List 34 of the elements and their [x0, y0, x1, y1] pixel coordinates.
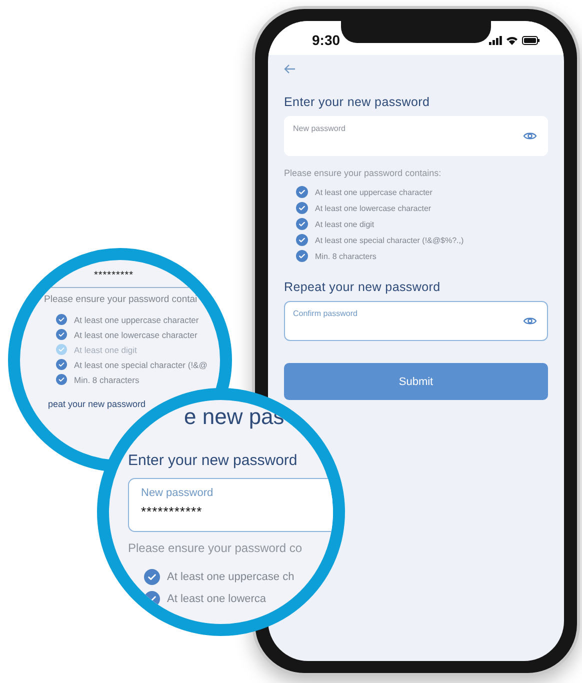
wifi-icon [506, 36, 518, 44]
eye-icon[interactable] [523, 131, 537, 141]
signal-icon [489, 36, 502, 44]
requirement-text: Min. 8 characters [315, 252, 376, 260]
section-heading: Enter your new password [284, 95, 431, 109]
status-time: 9:30 [312, 32, 340, 48]
requirement-text: At least one uppercase character [315, 188, 432, 196]
requirement-text: At least one uppercase ch [167, 571, 294, 583]
requirement-text: At least one lowercase character [74, 330, 198, 340]
back-arrow-icon [284, 64, 296, 74]
requirement-text: At least one uppercase character [74, 314, 199, 324]
hint-text: Please ensure your password co [128, 541, 304, 555]
battery-icon [522, 36, 540, 44]
section-heading: Enter your new password [128, 452, 298, 469]
hint-text: Please ensure your password contains: [284, 168, 442, 178]
password-field[interactable]: New password [284, 116, 548, 156]
masked-password: *********** [141, 504, 204, 519]
section-heading: Repeat your new password [284, 280, 442, 294]
masked-password: ********* [94, 270, 135, 281]
submit-button[interactable]: Submit [284, 363, 548, 400]
requirement-text: Min. 8 characters [74, 374, 140, 384]
requirement-text: At least one lowerca [167, 593, 266, 605]
requirement-text: At least one lowercase character [315, 204, 432, 212]
requirement-text: At least one special character (!&@$%?.,) [315, 236, 464, 244]
requirement-text: At least one digit [315, 220, 374, 228]
confirm-password-field[interactable]: Confirm password [284, 301, 548, 341]
field-label: New password [141, 487, 214, 499]
field-placeholder: New password [293, 124, 346, 133]
field-placeholder: Confirm password [293, 309, 358, 318]
section-heading: peat your new password [48, 399, 147, 409]
requirement-text: At least one special character (!&@ [74, 360, 208, 370]
hint-text: Please ensure your password contai [44, 294, 198, 305]
eye-icon[interactable] [523, 316, 537, 326]
requirement-text: At least one digit [74, 344, 137, 354]
